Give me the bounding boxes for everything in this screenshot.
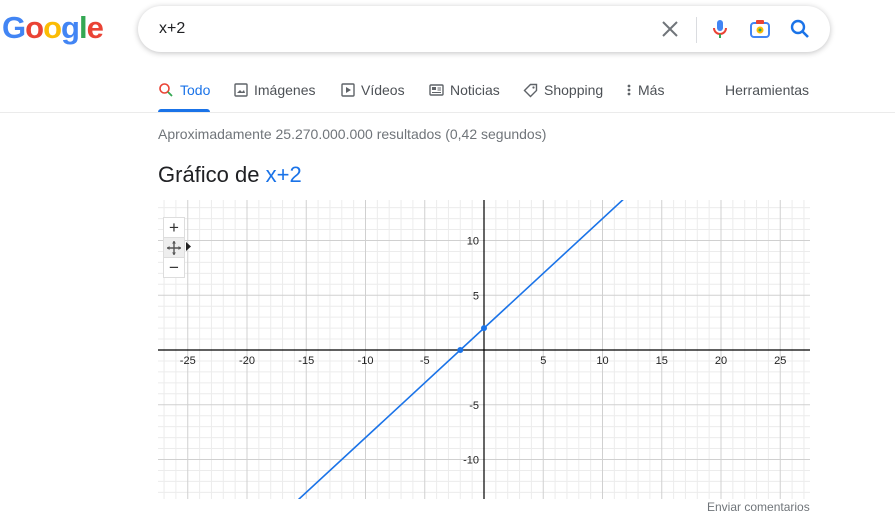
y-tick-label: 10	[467, 236, 479, 248]
x-tick-label: -15	[298, 355, 314, 367]
search-tabs: Todo Imágenes Vídeos Noticias Shopping M…	[0, 74, 895, 113]
tab-videos[interactable]: Vídeos	[341, 82, 405, 98]
search-icon	[159, 83, 173, 97]
search-box[interactable]: x+2	[138, 6, 830, 52]
zoom-out-button[interactable]: −	[163, 257, 185, 278]
x-tick-label: -20	[239, 355, 255, 367]
tools-button[interactable]: Herramientas	[725, 82, 809, 98]
move-icon	[167, 240, 181, 255]
y-tick-label: -10	[463, 455, 479, 467]
feedback-link[interactable]: Enviar comentarios	[707, 500, 810, 514]
tab-label: Shopping	[544, 82, 604, 98]
zoom-in-button[interactable]: +	[163, 217, 185, 238]
search-input[interactable]: x+2	[159, 20, 185, 38]
close-icon[interactable]	[658, 17, 682, 41]
google-logo[interactable]: Google	[2, 10, 104, 46]
graph-title-prefix: Gráfico de	[158, 162, 260, 187]
x-tick-label: 20	[715, 355, 727, 367]
x-tick-label: 25	[774, 355, 786, 367]
more-vert-icon	[627, 84, 631, 96]
x-tick-label: 15	[656, 355, 668, 367]
tag-icon	[523, 83, 538, 97]
x-tick-label: -25	[180, 355, 196, 367]
tab-mas[interactable]: Más	[626, 82, 664, 98]
tab-shopping[interactable]: Shopping	[523, 82, 603, 98]
search-icon[interactable]	[788, 17, 812, 41]
x-tick-label: 5	[540, 355, 546, 367]
graph-canvas[interactable]: -25 -20 -15 -10 -5 5 10 15 20 25 10 5 -5 -10	[158, 196, 810, 501]
tab-label: Más	[638, 82, 665, 98]
function-graph[interactable]: -25 -20 -15 -10 -5 5 10 15 20 25 10 5 -5 -10 + −	[158, 196, 810, 504]
y-tick-label: -5	[469, 400, 479, 412]
tab-imagenes[interactable]: Imágenes	[234, 82, 315, 98]
results-stats: Aproximadamente 25.270.000.000 resultado…	[158, 126, 547, 142]
microphone-icon[interactable]	[708, 17, 732, 41]
pan-button[interactable]	[163, 237, 185, 258]
tab-label: Imágenes	[254, 82, 316, 98]
search-divider	[696, 17, 697, 43]
expand-arrow-icon[interactable]	[185, 241, 192, 252]
tab-label: Vídeos	[361, 82, 405, 98]
tab-noticias[interactable]: Noticias	[429, 82, 500, 98]
graph-title: Gráfico de x+2	[158, 162, 302, 188]
intercept-point	[457, 347, 464, 353]
y-tick-label: 5	[473, 290, 479, 302]
tab-label: Noticias	[450, 82, 500, 98]
x-tick-label: 10	[596, 355, 608, 367]
camera-lens-icon[interactable]	[748, 17, 772, 41]
tab-todo[interactable]: Todo	[158, 82, 211, 112]
graph-function-label: x+2	[265, 162, 302, 187]
x-tick-label: -5	[420, 355, 430, 367]
news-icon	[429, 84, 444, 96]
image-icon	[234, 83, 248, 97]
x-tick-label: -10	[358, 355, 374, 367]
tab-label: Todo	[180, 82, 211, 98]
play-icon	[341, 83, 355, 97]
intercept-point	[481, 325, 487, 332]
